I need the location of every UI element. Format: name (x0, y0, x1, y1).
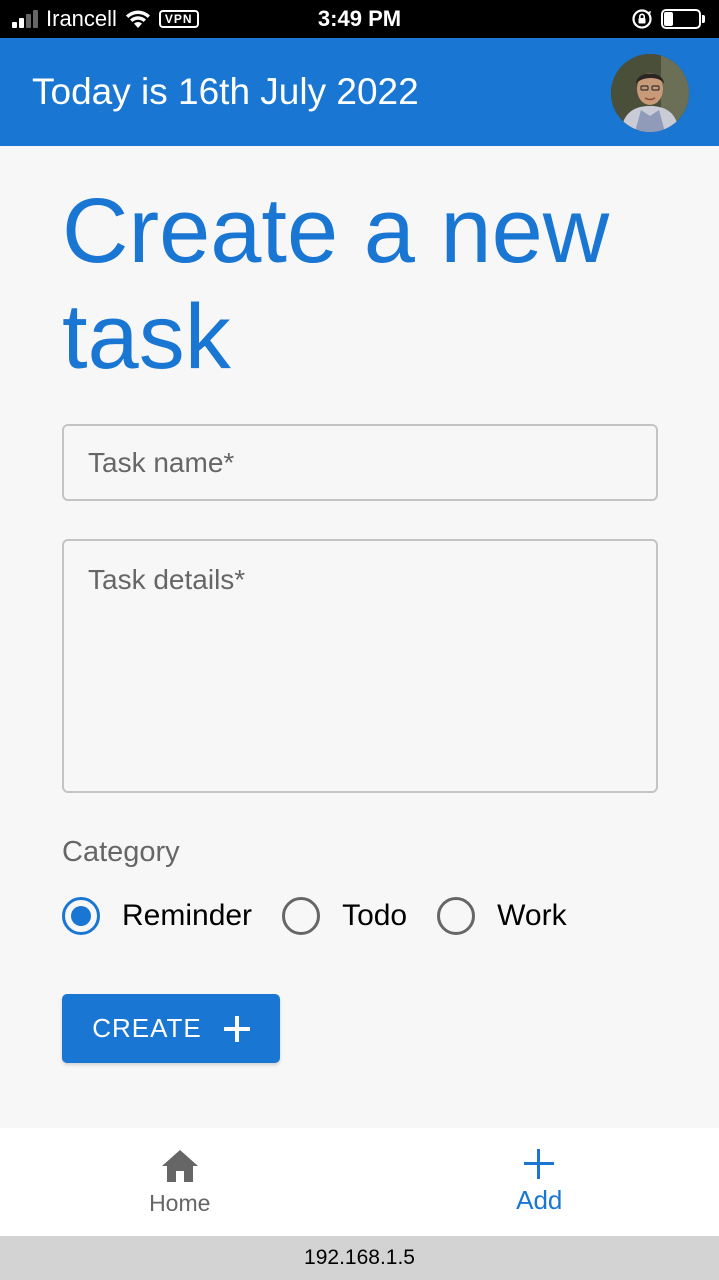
date-title: Today is 16th July 2022 (32, 71, 419, 112)
radio-label: Work (497, 899, 567, 932)
app-bar: Today is 16th July 2022 (0, 38, 719, 146)
create-button-label: CREATE (92, 1013, 202, 1043)
task-details-textarea[interactable]: Task details* (62, 539, 658, 793)
add-icon (524, 1148, 555, 1179)
avatar-photo (611, 54, 689, 132)
home-icon (161, 1149, 198, 1182)
nav-label-home: Home (149, 1189, 211, 1216)
nav-label-add: Add (516, 1184, 563, 1215)
rotation-lock-icon (632, 9, 652, 29)
radio-option-work[interactable]: Work (437, 897, 567, 935)
radio-label: Todo (342, 899, 408, 932)
page-title: Create a new task (62, 180, 610, 388)
battery-icon (661, 9, 705, 29)
radio-option-reminder[interactable]: Reminder (62, 897, 252, 935)
task-name-input[interactable]: Task name* (62, 424, 658, 501)
create-button[interactable]: CREATE (62, 994, 280, 1063)
radio-label: Reminder (122, 899, 253, 932)
status-time: 3:49 PM (317, 6, 402, 31)
radio-unchecked-icon[interactable] (437, 897, 476, 935)
radio-checked-icon[interactable] (62, 897, 100, 935)
nav-item-add[interactable]: Add (360, 1128, 719, 1236)
nav-item-home[interactable]: Home (0, 1128, 360, 1236)
radio-unchecked-icon[interactable] (282, 897, 321, 935)
avatar[interactable] (611, 54, 689, 132)
status-bar-right (631, 0, 705, 38)
url-bar[interactable]: 192.168.1.5 (0, 1236, 719, 1280)
category-label: Category (62, 836, 180, 868)
plus-icon (223, 1015, 250, 1042)
bottom-navigation: Home Add (0, 1128, 719, 1236)
radio-option-todo[interactable]: Todo (282, 897, 407, 935)
category-radio-group: Reminder Todo Work (62, 895, 597, 937)
status-bar: Irancell VPN 3:49 PM (0, 0, 719, 38)
